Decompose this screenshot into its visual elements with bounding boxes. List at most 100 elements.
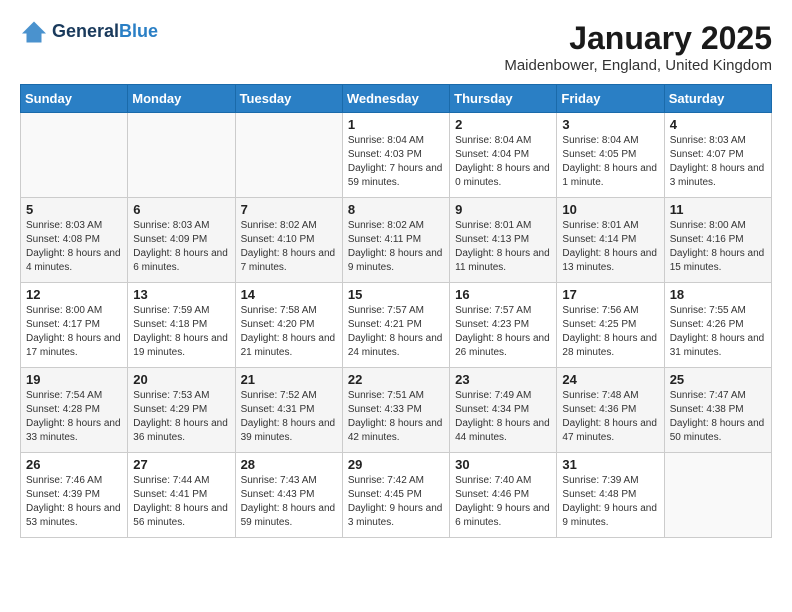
day-details: Sunrise: 7:52 AM Sunset: 4:31 PM Dayligh… [241, 389, 337, 445]
col-header-tuesday: Tuesday [235, 85, 342, 113]
day-number: 5 [26, 202, 122, 217]
day-details: Sunrise: 7:54 AM Sunset: 4:28 PM Dayligh… [26, 389, 122, 445]
day-number: 23 [455, 372, 551, 387]
day-details: Sunrise: 7:43 AM Sunset: 4:43 PM Dayligh… [241, 474, 337, 530]
week-row-2: 5 Sunrise: 8:03 AM Sunset: 4:08 PM Daylig… [21, 198, 772, 283]
day-cell: 22Sunrise: 7:51 AM Sunset: 4:33 PM Dayli… [342, 368, 449, 453]
day-cell: 8 Sunrise: 8:02 AM Sunset: 4:11 PM Daylig… [342, 198, 449, 283]
day-cell: 3Sunrise: 8:04 AM Sunset: 4:05 PM Daylig… [557, 113, 664, 198]
calendar-title: January 2025 [504, 20, 772, 57]
day-cell: 7 Sunrise: 8:02 AM Sunset: 4:10 PM Daylig… [235, 198, 342, 283]
day-number: 29 [348, 457, 444, 472]
day-number: 30 [455, 457, 551, 472]
day-number: 25 [670, 372, 766, 387]
day-number: 18 [670, 287, 766, 302]
day-details: Sunrise: 8:02 AM Sunset: 4:10 PM Dayligh… [241, 219, 337, 275]
week-row-1: 1 Sunrise: 8:04 AM Sunset: 4:03 PM Daylig… [21, 113, 772, 198]
logo-icon [20, 20, 48, 44]
day-number: 9 [455, 202, 551, 217]
day-number: 12 [26, 287, 122, 302]
day-number: 16 [455, 287, 551, 302]
day-details: Sunrise: 8:04 AM Sunset: 4:03 PM Dayligh… [348, 134, 444, 190]
day-number: 3 [562, 117, 658, 132]
day-cell [128, 113, 235, 198]
day-details: Sunrise: 7:57 AM Sunset: 4:21 PM Dayligh… [348, 304, 444, 360]
day-details: Sunrise: 7:42 AM Sunset: 4:45 PM Dayligh… [348, 474, 444, 530]
calendar-table: SundayMondayTuesdayWednesdayThursdayFrid… [20, 84, 772, 538]
day-details: Sunrise: 8:01 AM Sunset: 4:14 PM Dayligh… [562, 219, 658, 275]
day-cell: 12 Sunrise: 8:00 AM Sunset: 4:17 PM Dayli… [21, 283, 128, 368]
week-row-3: 12 Sunrise: 8:00 AM Sunset: 4:17 PM Dayli… [21, 283, 772, 368]
day-cell: 26Sunrise: 7:46 AM Sunset: 4:39 PM Dayli… [21, 453, 128, 538]
day-cell: 1 Sunrise: 8:04 AM Sunset: 4:03 PM Daylig… [342, 113, 449, 198]
day-details: Sunrise: 8:03 AM Sunset: 4:09 PM Dayligh… [133, 219, 229, 275]
day-cell: 31Sunrise: 7:39 AM Sunset: 4:48 PM Dayli… [557, 453, 664, 538]
day-details: Sunrise: 7:59 AM Sunset: 4:18 PM Dayligh… [133, 304, 229, 360]
day-details: Sunrise: 7:57 AM Sunset: 4:23 PM Dayligh… [455, 304, 551, 360]
day-cell: 4 Sunrise: 8:03 AM Sunset: 4:07 PM Daylig… [664, 113, 771, 198]
day-cell: 13 Sunrise: 7:59 AM Sunset: 4:18 PM Dayli… [128, 283, 235, 368]
day-number: 1 [348, 117, 444, 132]
day-cell [21, 113, 128, 198]
day-details: Sunrise: 7:47 AM Sunset: 4:38 PM Dayligh… [670, 389, 766, 445]
logo: GeneralBlue [20, 20, 158, 44]
day-cell: 25 Sunrise: 7:47 AM Sunset: 4:38 PM Dayli… [664, 368, 771, 453]
day-number: 2 [455, 117, 551, 132]
day-details: Sunrise: 7:53 AM Sunset: 4:29 PM Dayligh… [133, 389, 229, 445]
page-header: GeneralBlue January 2025 Maidenbower, En… [20, 20, 772, 74]
day-details: Sunrise: 8:00 AM Sunset: 4:17 PM Dayligh… [26, 304, 122, 360]
day-number: 7 [241, 202, 337, 217]
day-number: 6 [133, 202, 229, 217]
week-row-4: 19 Sunrise: 7:54 AM Sunset: 4:28 PM Dayli… [21, 368, 772, 453]
day-cell: 24 Sunrise: 7:48 AM Sunset: 4:36 PM Dayli… [557, 368, 664, 453]
day-cell: 14Sunrise: 7:58 AM Sunset: 4:20 PM Dayli… [235, 283, 342, 368]
day-details: Sunrise: 8:03 AM Sunset: 4:07 PM Dayligh… [670, 134, 766, 190]
day-cell: 30 Sunrise: 7:40 AM Sunset: 4:46 PM Dayli… [450, 453, 557, 538]
day-details: Sunrise: 7:58 AM Sunset: 4:20 PM Dayligh… [241, 304, 337, 360]
day-number: 20 [133, 372, 229, 387]
day-cell: 27Sunrise: 7:44 AM Sunset: 4:41 PM Dayli… [128, 453, 235, 538]
week-row-5: 26Sunrise: 7:46 AM Sunset: 4:39 PM Dayli… [21, 453, 772, 538]
col-header-saturday: Saturday [664, 85, 771, 113]
day-details: Sunrise: 8:03 AM Sunset: 4:08 PM Dayligh… [26, 219, 122, 275]
title-block: January 2025 Maidenbower, England, Unite… [504, 20, 772, 74]
day-cell: 20 Sunrise: 7:53 AM Sunset: 4:29 PM Dayli… [128, 368, 235, 453]
day-details: Sunrise: 7:51 AM Sunset: 4:33 PM Dayligh… [348, 389, 444, 445]
day-cell: 18 Sunrise: 7:55 AM Sunset: 4:26 PM Dayli… [664, 283, 771, 368]
day-number: 27 [133, 457, 229, 472]
day-cell: 10 Sunrise: 8:01 AM Sunset: 4:14 PM Dayli… [557, 198, 664, 283]
day-number: 4 [670, 117, 766, 132]
day-number: 11 [670, 202, 766, 217]
day-details: Sunrise: 8:02 AM Sunset: 4:11 PM Dayligh… [348, 219, 444, 275]
day-cell: 16 Sunrise: 7:57 AM Sunset: 4:23 PM Dayli… [450, 283, 557, 368]
col-header-sunday: Sunday [21, 85, 128, 113]
day-number: 21 [241, 372, 337, 387]
day-number: 10 [562, 202, 658, 217]
day-details: Sunrise: 7:48 AM Sunset: 4:36 PM Dayligh… [562, 389, 658, 445]
day-details: Sunrise: 7:40 AM Sunset: 4:46 PM Dayligh… [455, 474, 551, 530]
day-number: 24 [562, 372, 658, 387]
header-row: SundayMondayTuesdayWednesdayThursdayFrid… [21, 85, 772, 113]
day-details: Sunrise: 7:49 AM Sunset: 4:34 PM Dayligh… [455, 389, 551, 445]
day-details: Sunrise: 8:01 AM Sunset: 4:13 PM Dayligh… [455, 219, 551, 275]
calendar-subtitle: Maidenbower, England, United Kingdom [504, 57, 772, 74]
day-number: 8 [348, 202, 444, 217]
day-details: Sunrise: 8:04 AM Sunset: 4:04 PM Dayligh… [455, 134, 551, 190]
day-cell: 2 Sunrise: 8:04 AM Sunset: 4:04 PM Daylig… [450, 113, 557, 198]
day-cell: 29 Sunrise: 7:42 AM Sunset: 4:45 PM Dayli… [342, 453, 449, 538]
day-cell [235, 113, 342, 198]
day-details: Sunrise: 7:39 AM Sunset: 4:48 PM Dayligh… [562, 474, 658, 530]
day-cell: 11Sunrise: 8:00 AM Sunset: 4:16 PM Dayli… [664, 198, 771, 283]
day-number: 26 [26, 457, 122, 472]
day-cell: 9 Sunrise: 8:01 AM Sunset: 4:13 PM Daylig… [450, 198, 557, 283]
col-header-thursday: Thursday [450, 85, 557, 113]
col-header-wednesday: Wednesday [342, 85, 449, 113]
day-number: 13 [133, 287, 229, 302]
day-cell: 5 Sunrise: 8:03 AM Sunset: 4:08 PM Daylig… [21, 198, 128, 283]
day-cell [664, 453, 771, 538]
day-details: Sunrise: 7:55 AM Sunset: 4:26 PM Dayligh… [670, 304, 766, 360]
day-cell: 6 Sunrise: 8:03 AM Sunset: 4:09 PM Daylig… [128, 198, 235, 283]
day-number: 19 [26, 372, 122, 387]
day-number: 15 [348, 287, 444, 302]
col-header-friday: Friday [557, 85, 664, 113]
